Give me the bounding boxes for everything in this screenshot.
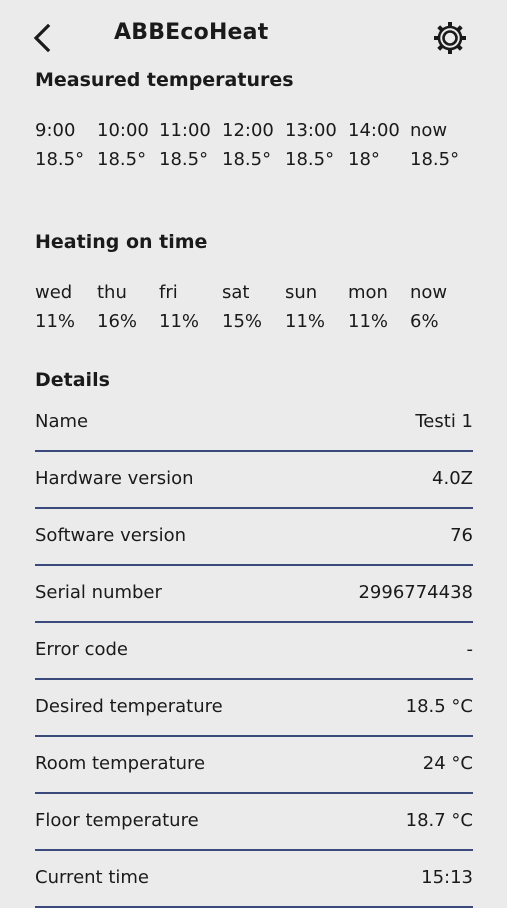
detail-label: Room temperature: [35, 753, 206, 774]
detail-value: 2996774438: [358, 582, 473, 603]
time-label: 14:00: [348, 120, 400, 141]
detail-row-name: Name Testi 1: [35, 395, 473, 452]
detail-label: Serial number: [35, 582, 162, 603]
day-label: sat: [222, 282, 250, 303]
time-label: 9:00: [35, 120, 76, 141]
detail-value: 4.0Z: [432, 468, 473, 489]
heating-percent: 11%: [159, 311, 200, 332]
detail-label: Software version: [35, 525, 186, 546]
details-heading: Details: [35, 369, 110, 391]
heating-percent: 11%: [348, 311, 389, 332]
detail-label: Desired temperature: [35, 696, 223, 717]
temperature-value: 18.5°: [97, 149, 147, 170]
detail-row-serial-number: Serial number 2996774438: [35, 566, 473, 623]
time-label: 12:00: [222, 120, 274, 141]
time-label: 11:00: [159, 120, 211, 141]
settings-button[interactable]: [428, 18, 472, 58]
detail-label: Floor temperature: [35, 810, 199, 831]
temperature-value: 18.5°: [410, 149, 460, 170]
day-label: now: [410, 282, 448, 303]
heating-on-time-heading: Heating on time: [35, 231, 208, 253]
detail-row-software-version: Software version 76: [35, 509, 473, 566]
temperature-value: 18.5°: [159, 149, 209, 170]
time-label: 10:00: [97, 120, 149, 141]
detail-value: Testi 1: [415, 411, 473, 432]
detail-value: 18.7 °C: [405, 810, 473, 831]
temperature-value: 18.5°: [35, 149, 85, 170]
temperature-value: 18.5°: [222, 149, 272, 170]
details-list: Name Testi 1 Hardware version 4.0Z Softw…: [35, 395, 473, 908]
temperature-value: 18°: [348, 149, 380, 170]
heating-percent: 6%: [410, 311, 439, 332]
day-label: sun: [285, 282, 318, 303]
detail-row-hardware-version: Hardware version 4.0Z: [35, 452, 473, 509]
time-label: 13:00: [285, 120, 337, 141]
day-label: mon: [348, 282, 388, 303]
back-button[interactable]: [28, 18, 58, 58]
day-label: wed: [35, 282, 73, 303]
day-label: thu: [97, 282, 127, 303]
detail-value: 18.5 °C: [405, 696, 473, 717]
gear-icon: [434, 22, 466, 54]
detail-value: 15:13: [421, 867, 473, 888]
heating-percent: 16%: [97, 311, 138, 332]
detail-value: 76: [450, 525, 473, 546]
detail-label: Current time: [35, 867, 149, 888]
time-label: now: [410, 120, 448, 141]
day-label: fri: [159, 282, 178, 303]
measured-temperatures-heading: Measured temperatures: [35, 69, 294, 91]
detail-row-desired-temperature: Desired temperature 18.5 °C: [35, 680, 473, 737]
detail-row-floor-temperature: Floor temperature 18.7 °C: [35, 794, 473, 851]
detail-label: Name: [35, 411, 89, 432]
detail-row-room-temperature: Room temperature 24 °C: [35, 737, 473, 794]
temperature-value: 18.5°: [285, 149, 335, 170]
heating-percent: 11%: [35, 311, 76, 332]
detail-row-error-code: Error code -: [35, 623, 473, 680]
heating-percent: 11%: [285, 311, 326, 332]
app-title: ABBEcoHeat: [114, 20, 269, 45]
detail-value: -: [466, 639, 474, 660]
detail-value: 24 °C: [422, 753, 473, 774]
detail-label: Error code: [35, 639, 129, 660]
chevron-left-icon: [33, 23, 51, 53]
detail-row-current-time: Current time 15:13: [35, 851, 473, 908]
app-header: ABBEcoHeat: [0, 0, 507, 70]
heating-percent: 15%: [222, 311, 263, 332]
detail-label: Hardware version: [35, 468, 194, 489]
